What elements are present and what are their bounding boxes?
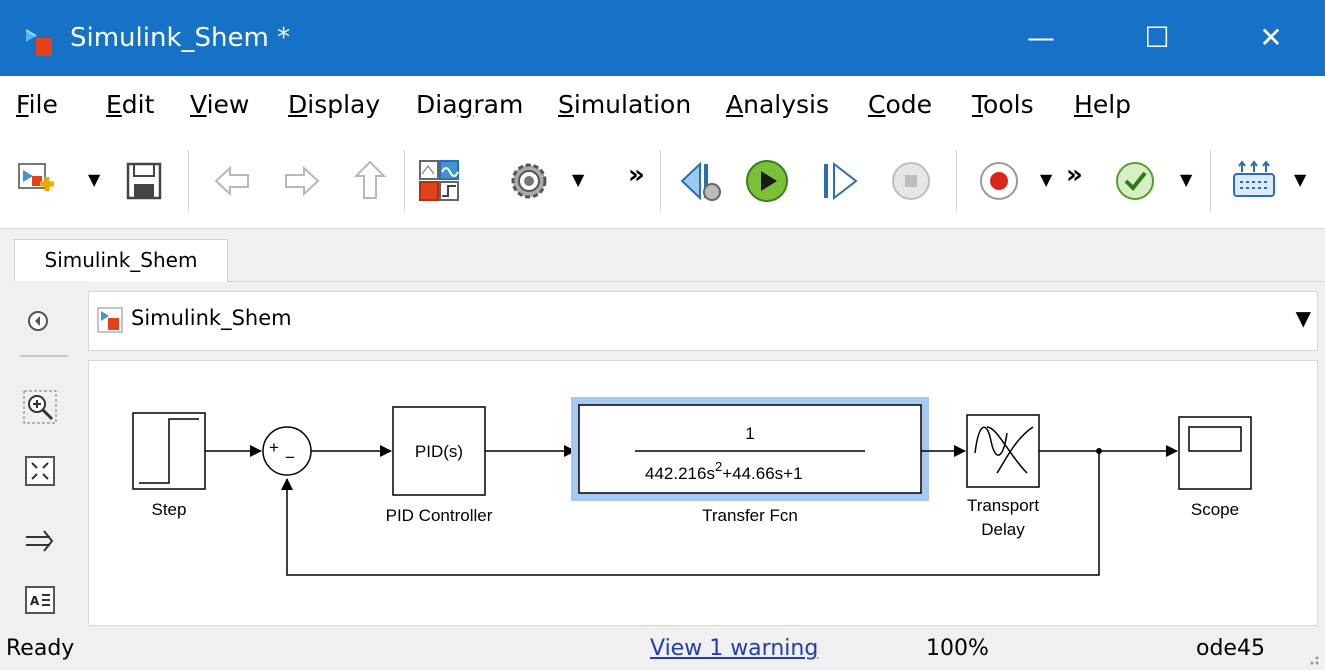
menu-diagram[interactable]: Diagram [416, 90, 523, 119]
transfer-fcn-block[interactable] [571, 397, 929, 501]
record-dropdown-icon[interactable]: ▼ [1040, 170, 1052, 189]
back-arrow-icon[interactable] [212, 158, 252, 204]
menu-view[interactable]: View [190, 90, 249, 119]
menu-simulation[interactable]: Simulation [558, 90, 691, 119]
menu-help[interactable]: Help [1074, 90, 1131, 119]
address-dropdown-icon[interactable]: ▼ [1296, 306, 1311, 330]
more-tools-icon[interactable]: » [628, 160, 645, 190]
sum-plus-sign: + [269, 438, 279, 457]
pid-block-text: PID(s) [415, 442, 463, 461]
logic-analyzer-icon[interactable] [1228, 158, 1280, 204]
new-model-dropdown-icon[interactable]: ▼ [88, 170, 100, 189]
settings-gear-icon[interactable] [506, 158, 552, 204]
transport-delay-label-line1: Transport [967, 496, 1039, 515]
new-model-icon[interactable] [16, 158, 56, 204]
toolbar-separator [660, 150, 661, 212]
title-bar: Simulink_Shem * — ☐ ✕ [0, 0, 1325, 76]
toolbar-separator [956, 150, 957, 212]
save-icon[interactable] [124, 158, 164, 204]
menu-display[interactable]: Display [288, 90, 380, 119]
window-title: Simulink_Shem * [70, 23, 291, 53]
simulink-logo-icon [25, 29, 52, 56]
tab-simulink-shem[interactable]: Simulink_Shem [14, 239, 228, 282]
sum-minus-sign: − [285, 448, 295, 467]
menu-bar: File Edit View Display Diagram Simulatio… [0, 76, 1325, 136]
zoom-level: 100% [926, 636, 989, 661]
scope-block[interactable] [1178, 416, 1252, 490]
tab-strip: Simulink_Shem [0, 229, 1325, 282]
toolbar-separator [1210, 150, 1211, 212]
transport-delay-label-line2: Delay [981, 520, 1025, 539]
solver-name[interactable]: ode45 [1196, 636, 1265, 661]
menu-tools[interactable]: Tools [972, 90, 1034, 119]
address-bar[interactable]: Simulink_Shem ▼ [88, 291, 1318, 351]
minimize-button[interactable]: — [996, 10, 1086, 66]
record-icon[interactable] [976, 158, 1022, 204]
up-arrow-icon[interactable] [350, 158, 390, 204]
hide-browser-icon[interactable] [26, 309, 50, 333]
route-lines-icon[interactable] [24, 527, 56, 555]
left-tool-rail: A [0, 281, 88, 627]
step-block[interactable] [132, 412, 206, 490]
step-label: Step [152, 500, 187, 519]
stop-simulation-icon[interactable] [888, 158, 934, 204]
logic-analyzer-dropdown-icon[interactable]: ▼ [1294, 170, 1306, 189]
more-tools-icon[interactable]: » [1066, 160, 1083, 190]
toolbar-separator [188, 150, 189, 212]
view-warning-link[interactable]: View 1 warning [650, 636, 818, 661]
pid-controller-label: PID Controller [386, 506, 493, 525]
close-button[interactable]: ✕ [1226, 10, 1316, 66]
model-advisor-check-icon[interactable] [1112, 158, 1158, 204]
address-path[interactable]: Simulink_Shem [131, 306, 292, 330]
toolbar-separator [404, 150, 405, 212]
toolbar: ▼ ▼ » ▼ » ▼ ▼ [0, 136, 1325, 229]
resize-grip-icon[interactable] [1304, 650, 1320, 666]
model-icon [97, 307, 123, 333]
rail-divider [20, 355, 68, 357]
menu-file[interactable]: File [16, 90, 58, 119]
transfer-fcn-label: Transfer Fcn [702, 506, 798, 525]
scope-label: Scope [1191, 500, 1239, 519]
status-bar: Ready View 1 warning 100% ode45 [0, 628, 1325, 670]
step-back-icon[interactable] [676, 158, 726, 204]
settings-dropdown-icon[interactable]: ▼ [572, 170, 584, 189]
maximize-button[interactable]: ☐ [1112, 10, 1202, 66]
transport-delay-block[interactable] [966, 414, 1040, 488]
check-dropdown-icon[interactable]: ▼ [1180, 170, 1192, 189]
block-diagram: Step + − PID(s) PID Controller 1 442.216… [132, 397, 1252, 576]
menu-edit[interactable]: Edit [106, 90, 154, 119]
forward-arrow-icon[interactable] [282, 158, 322, 204]
svg-text:A: A [30, 594, 40, 608]
menu-analysis[interactable]: Analysis [726, 90, 829, 119]
status-ready: Ready [6, 636, 75, 661]
model-canvas[interactable]: Step + − PID(s) PID Controller 1 442.216… [88, 360, 1318, 626]
zoom-area-icon[interactable] [22, 389, 58, 425]
run-simulation-icon[interactable] [742, 158, 792, 204]
step-forward-icon[interactable] [818, 158, 864, 204]
tf-numerator: 1 [745, 424, 754, 443]
library-browser-icon[interactable] [414, 158, 464, 204]
annotation-icon[interactable]: A [24, 585, 56, 615]
fit-to-view-icon[interactable] [24, 455, 56, 487]
menu-code[interactable]: Code [868, 90, 932, 119]
